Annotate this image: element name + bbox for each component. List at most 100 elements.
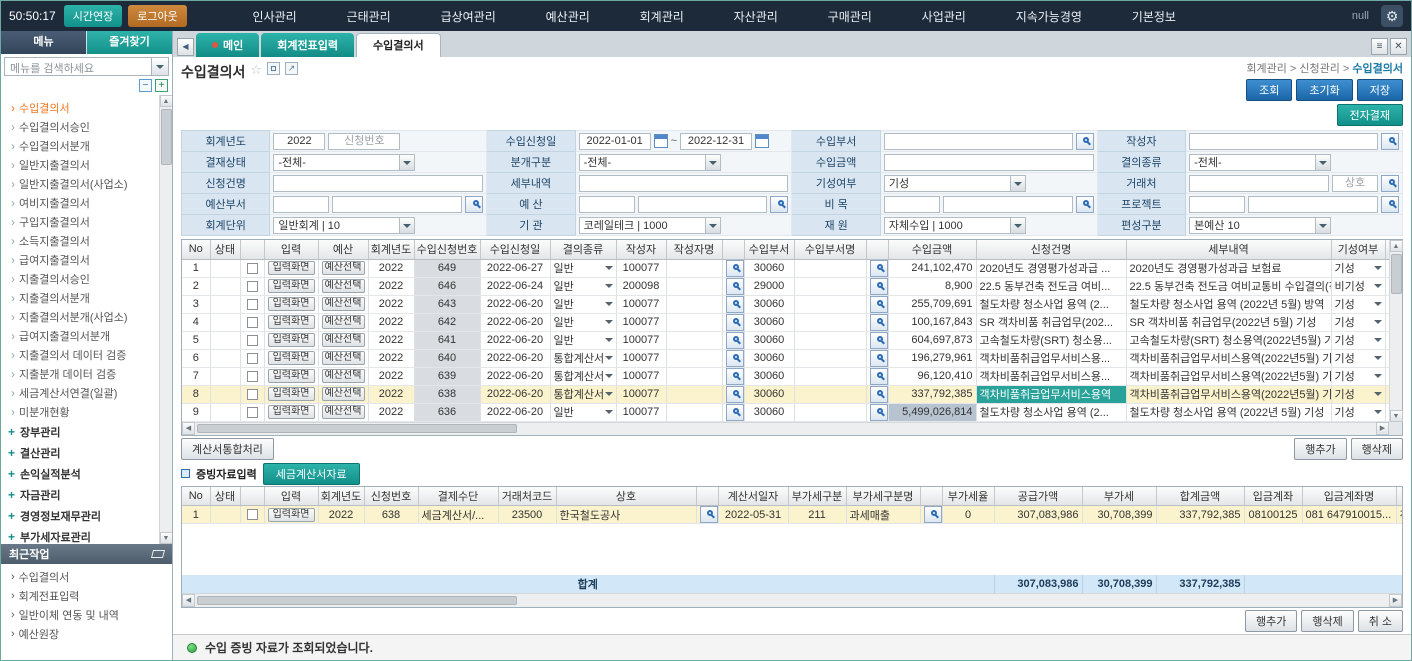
sidebar-group[interactable]: +자금관리: [1, 484, 158, 505]
select-box[interactable]: -전체-: [273, 154, 415, 171]
search-icon[interactable]: [1076, 133, 1094, 150]
sidebar-item[interactable]: ›지출결의서 데이터 검증: [1, 345, 158, 364]
row-checkbox[interactable]: [247, 317, 258, 328]
search-icon[interactable]: [726, 386, 744, 403]
sidebar-item[interactable]: ›급여지출결의서: [1, 250, 158, 269]
table-row[interactable]: 3입력화면예산선택20226432022-06-20일반100077300602…: [182, 295, 1389, 313]
vendor-input[interactable]: [1189, 175, 1329, 192]
search-icon[interactable]: [870, 386, 888, 403]
cell-select[interactable]: 일반: [554, 296, 613, 312]
top-menu-9[interactable]: 기본정보: [1122, 4, 1186, 29]
top-menu-8[interactable]: 지속가능경영: [1006, 4, 1092, 29]
table-row[interactable]: 1입력화면2022638세금계산서/...23500한국철도공사2022-05-…: [182, 506, 1402, 524]
save-button[interactable]: 저장: [1357, 79, 1403, 101]
cell-select[interactable]: 통합계산서: [554, 350, 613, 366]
text-input[interactable]: [884, 154, 1094, 171]
sidebar-tab-menu[interactable]: 메뉴: [1, 31, 86, 54]
name-input[interactable]: [332, 196, 462, 213]
sidebar-scrollbar[interactable]: ▲ ▼: [159, 95, 172, 544]
search-icon[interactable]: [870, 404, 888, 421]
scrollbar-thumb[interactable]: [197, 596, 517, 605]
sidebar-item[interactable]: ›지출결의서승인: [1, 269, 158, 288]
cancel-button[interactable]: 취 소: [1358, 610, 1403, 632]
search-icon[interactable]: [465, 196, 483, 213]
reset-button[interactable]: 초기화: [1296, 79, 1352, 101]
tab-scroll-left-icon[interactable]: ◀: [177, 38, 194, 56]
clear-recent-icon[interactable]: [151, 550, 165, 558]
table-row[interactable]: 6입력화면예산선택20226402022-06-20통합계산서100077300…: [182, 349, 1389, 367]
sidebar-group[interactable]: +경영정보재무관리: [1, 505, 158, 526]
fiscal-year-input[interactable]: 2022: [273, 133, 325, 150]
sidebar-item[interactable]: ›지출결의서분개: [1, 288, 158, 307]
doc-tab[interactable]: 회계전표입력: [261, 33, 354, 57]
top-menu-6[interactable]: 구매관리: [818, 4, 882, 29]
top-menu-2[interactable]: 급상여관리: [431, 4, 506, 29]
text-input[interactable]: [273, 175, 483, 192]
menu-search-combobox[interactable]: 메뉴를 검색하세요: [4, 57, 169, 76]
grid-vscrollbar[interactable]: ▲ ▼: [1389, 240, 1402, 422]
sidebar-item[interactable]: ›미분개현황: [1, 402, 158, 421]
add-row-button[interactable]: 행추가: [1294, 438, 1346, 460]
cell-select[interactable]: 기성: [1335, 350, 1382, 366]
scroll-left-icon[interactable]: ◀: [182, 594, 195, 607]
top-menu-3[interactable]: 예산관리: [536, 4, 600, 29]
recent-item[interactable]: ›일반이체 연동 및 내역: [1, 605, 172, 624]
expand-all-button[interactable]: +: [155, 79, 168, 92]
scrollbar-thumb[interactable]: [1391, 254, 1402, 294]
search-icon[interactable]: [870, 296, 888, 313]
search-icon[interactable]: [870, 350, 888, 367]
table-row[interactable]: 2입력화면예산선택20226462022-06-24일반200098290008…: [182, 277, 1389, 295]
scroll-up-icon[interactable]: ▲: [160, 95, 173, 107]
select-box[interactable]: 본예산 10: [1189, 217, 1331, 234]
top-menu-0[interactable]: 인사관리: [243, 4, 307, 29]
input-screen-button[interactable]: 입력화면: [268, 261, 315, 275]
doc-tab[interactable]: 수입결의서: [356, 33, 441, 57]
select-box[interactable]: -전체-: [579, 154, 721, 171]
sidebar-item[interactable]: ›급여지출결의서분개: [1, 326, 158, 345]
cell-select[interactable]: 통합계산서: [554, 368, 613, 384]
select-box[interactable]: 자체수입 | 1000: [884, 217, 1026, 234]
scroll-down-icon[interactable]: ▼: [160, 532, 173, 544]
sidebar-tab-favorites[interactable]: 즐겨찾기: [87, 31, 172, 54]
favorite-star-icon[interactable]: ☆: [250, 62, 262, 78]
budget-select-button[interactable]: 예산선택: [322, 315, 365, 329]
tab-close-icon[interactable]: ✕: [1390, 38, 1407, 55]
name-input[interactable]: [943, 196, 1073, 213]
electronic-approval-button[interactable]: 전자결재: [1337, 104, 1403, 126]
sidebar-item[interactable]: ›일반지출결의서(사업소): [1, 174, 158, 193]
table-row[interactable]: 5입력화면예산선택20226412022-06-20일반100077300606…: [182, 331, 1389, 349]
sidebar-item[interactable]: ›지출분개 데이터 검증: [1, 364, 158, 383]
search-icon[interactable]: [700, 506, 718, 523]
name-input[interactable]: [1248, 196, 1378, 213]
text-input[interactable]: [884, 133, 1073, 150]
search-button[interactable]: 조회: [1246, 79, 1292, 101]
search-icon[interactable]: [726, 350, 744, 367]
grid-hscrollbar[interactable]: ◀ ▶: [182, 593, 1402, 607]
vendor-type-input[interactable]: 상호: [1332, 175, 1378, 192]
table-row[interactable]: 1입력화면예산선택20226492022-06-27일반100077300602…: [182, 259, 1389, 277]
sidebar-item[interactable]: ›수입결의서승인: [1, 117, 158, 136]
search-icon[interactable]: [726, 404, 744, 421]
search-icon[interactable]: [726, 368, 744, 385]
search-icon[interactable]: [1076, 196, 1094, 213]
top-menu-7[interactable]: 사업관리: [912, 4, 976, 29]
code-input[interactable]: [884, 196, 940, 213]
budget-select-button[interactable]: 예산선택: [322, 261, 365, 275]
delete-row-button[interactable]: 행삭제: [1301, 610, 1353, 632]
cell-select[interactable]: 일반: [554, 260, 613, 276]
search-icon[interactable]: [726, 278, 744, 295]
row-checkbox[interactable]: [247, 299, 258, 310]
table-row[interactable]: 8입력화면예산선택20226382022-06-20통합계산서100077300…: [182, 385, 1389, 403]
row-checkbox[interactable]: [247, 371, 258, 382]
recent-item[interactable]: ›회계전표입력: [1, 586, 172, 605]
row-checkbox[interactable]: [247, 353, 258, 364]
scrollbar-thumb[interactable]: [161, 109, 172, 165]
select-box[interactable]: -전체-: [1189, 154, 1331, 171]
select-box[interactable]: 코레일테크 | 1000: [579, 217, 721, 234]
delete-row-button[interactable]: 행삭제: [1351, 438, 1403, 460]
invoice-merge-button[interactable]: 계산서통합처리: [181, 438, 274, 460]
logout-button[interactable]: 로그아웃: [128, 5, 186, 27]
input-screen-button[interactable]: 입력화면: [268, 333, 315, 347]
sidebar-item[interactable]: ›지출결의서분개(사업소): [1, 307, 158, 326]
cell-select[interactable]: 기성: [1335, 404, 1382, 420]
